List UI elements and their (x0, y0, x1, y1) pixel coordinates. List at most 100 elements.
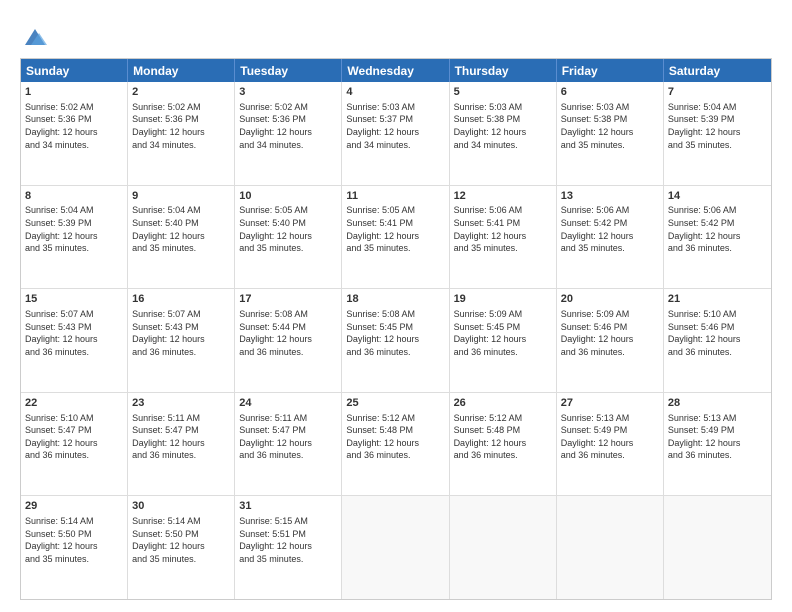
calendar-cell: 22Sunrise: 5:10 AM Sunset: 5:47 PM Dayli… (21, 393, 128, 496)
page: SundayMondayTuesdayWednesdayThursdayFrid… (0, 0, 792, 612)
day-info: Sunrise: 5:04 AM Sunset: 5:40 PM Dayligh… (132, 204, 230, 254)
calendar-cell: 10Sunrise: 5:05 AM Sunset: 5:40 PM Dayli… (235, 186, 342, 289)
calendar-cell: 15Sunrise: 5:07 AM Sunset: 5:43 PM Dayli… (21, 289, 128, 392)
day-info: Sunrise: 5:09 AM Sunset: 5:45 PM Dayligh… (454, 308, 552, 358)
day-info: Sunrise: 5:02 AM Sunset: 5:36 PM Dayligh… (239, 101, 337, 151)
day-info: Sunrise: 5:06 AM Sunset: 5:42 PM Dayligh… (561, 204, 659, 254)
header-day-saturday: Saturday (664, 59, 771, 82)
day-number: 1 (25, 85, 123, 100)
day-info: Sunrise: 5:03 AM Sunset: 5:38 PM Dayligh… (561, 101, 659, 151)
day-info: Sunrise: 5:10 AM Sunset: 5:47 PM Dayligh… (25, 412, 123, 462)
calendar-cell: 5Sunrise: 5:03 AM Sunset: 5:38 PM Daylig… (450, 82, 557, 185)
calendar-cell: 12Sunrise: 5:06 AM Sunset: 5:41 PM Dayli… (450, 186, 557, 289)
calendar-cell: 24Sunrise: 5:11 AM Sunset: 5:47 PM Dayli… (235, 393, 342, 496)
day-info: Sunrise: 5:02 AM Sunset: 5:36 PM Dayligh… (25, 101, 123, 151)
header (20, 18, 772, 50)
day-info: Sunrise: 5:04 AM Sunset: 5:39 PM Dayligh… (25, 204, 123, 254)
calendar-cell: 1Sunrise: 5:02 AM Sunset: 5:36 PM Daylig… (21, 82, 128, 185)
header-day-friday: Friday (557, 59, 664, 82)
day-number: 3 (239, 85, 337, 100)
calendar-cell: 21Sunrise: 5:10 AM Sunset: 5:46 PM Dayli… (664, 289, 771, 392)
calendar-header: SundayMondayTuesdayWednesdayThursdayFrid… (21, 59, 771, 82)
calendar-week-5: 29Sunrise: 5:14 AM Sunset: 5:50 PM Dayli… (21, 496, 771, 599)
day-info: Sunrise: 5:04 AM Sunset: 5:39 PM Dayligh… (668, 101, 767, 151)
day-info: Sunrise: 5:15 AM Sunset: 5:51 PM Dayligh… (239, 515, 337, 565)
logo-icon (21, 22, 49, 50)
calendar-cell: 23Sunrise: 5:11 AM Sunset: 5:47 PM Dayli… (128, 393, 235, 496)
day-info: Sunrise: 5:08 AM Sunset: 5:45 PM Dayligh… (346, 308, 444, 358)
calendar-cell: 26Sunrise: 5:12 AM Sunset: 5:48 PM Dayli… (450, 393, 557, 496)
calendar-cell (664, 496, 771, 599)
calendar-cell: 8Sunrise: 5:04 AM Sunset: 5:39 PM Daylig… (21, 186, 128, 289)
calendar-cell: 17Sunrise: 5:08 AM Sunset: 5:44 PM Dayli… (235, 289, 342, 392)
day-number: 13 (561, 189, 659, 204)
day-number: 18 (346, 292, 444, 307)
day-number: 26 (454, 396, 552, 411)
day-number: 21 (668, 292, 767, 307)
calendar-cell: 3Sunrise: 5:02 AM Sunset: 5:36 PM Daylig… (235, 82, 342, 185)
day-number: 19 (454, 292, 552, 307)
day-number: 25 (346, 396, 444, 411)
calendar-cell: 28Sunrise: 5:13 AM Sunset: 5:49 PM Dayli… (664, 393, 771, 496)
day-info: Sunrise: 5:14 AM Sunset: 5:50 PM Dayligh… (25, 515, 123, 565)
day-info: Sunrise: 5:05 AM Sunset: 5:41 PM Dayligh… (346, 204, 444, 254)
day-number: 7 (668, 85, 767, 100)
calendar-cell: 6Sunrise: 5:03 AM Sunset: 5:38 PM Daylig… (557, 82, 664, 185)
calendar-cell: 30Sunrise: 5:14 AM Sunset: 5:50 PM Dayli… (128, 496, 235, 599)
calendar-cell: 31Sunrise: 5:15 AM Sunset: 5:51 PM Dayli… (235, 496, 342, 599)
day-info: Sunrise: 5:14 AM Sunset: 5:50 PM Dayligh… (132, 515, 230, 565)
day-number: 11 (346, 189, 444, 204)
day-info: Sunrise: 5:03 AM Sunset: 5:37 PM Dayligh… (346, 101, 444, 151)
day-number: 16 (132, 292, 230, 307)
day-number: 6 (561, 85, 659, 100)
calendar-cell: 7Sunrise: 5:04 AM Sunset: 5:39 PM Daylig… (664, 82, 771, 185)
day-info: Sunrise: 5:10 AM Sunset: 5:46 PM Dayligh… (668, 308, 767, 358)
day-info: Sunrise: 5:06 AM Sunset: 5:42 PM Dayligh… (668, 204, 767, 254)
day-number: 14 (668, 189, 767, 204)
day-info: Sunrise: 5:06 AM Sunset: 5:41 PM Dayligh… (454, 204, 552, 254)
day-info: Sunrise: 5:03 AM Sunset: 5:38 PM Dayligh… (454, 101, 552, 151)
calendar-cell (450, 496, 557, 599)
day-info: Sunrise: 5:13 AM Sunset: 5:49 PM Dayligh… (668, 412, 767, 462)
day-number: 24 (239, 396, 337, 411)
day-number: 20 (561, 292, 659, 307)
day-number: 23 (132, 396, 230, 411)
day-number: 2 (132, 85, 230, 100)
calendar-cell: 20Sunrise: 5:09 AM Sunset: 5:46 PM Dayli… (557, 289, 664, 392)
header-day-tuesday: Tuesday (235, 59, 342, 82)
calendar-cell: 13Sunrise: 5:06 AM Sunset: 5:42 PM Dayli… (557, 186, 664, 289)
day-number: 12 (454, 189, 552, 204)
day-number: 4 (346, 85, 444, 100)
day-info: Sunrise: 5:09 AM Sunset: 5:46 PM Dayligh… (561, 308, 659, 358)
logo (20, 22, 51, 50)
calendar-cell: 19Sunrise: 5:09 AM Sunset: 5:45 PM Dayli… (450, 289, 557, 392)
calendar-cell: 9Sunrise: 5:04 AM Sunset: 5:40 PM Daylig… (128, 186, 235, 289)
day-number: 5 (454, 85, 552, 100)
header-day-monday: Monday (128, 59, 235, 82)
calendar-cell: 18Sunrise: 5:08 AM Sunset: 5:45 PM Dayli… (342, 289, 449, 392)
calendar-cell: 27Sunrise: 5:13 AM Sunset: 5:49 PM Dayli… (557, 393, 664, 496)
day-number: 15 (25, 292, 123, 307)
day-number: 28 (668, 396, 767, 411)
calendar-cell (557, 496, 664, 599)
calendar: SundayMondayTuesdayWednesdayThursdayFrid… (20, 58, 772, 600)
calendar-week-3: 15Sunrise: 5:07 AM Sunset: 5:43 PM Dayli… (21, 289, 771, 393)
day-number: 29 (25, 499, 123, 514)
day-number: 9 (132, 189, 230, 204)
day-number: 27 (561, 396, 659, 411)
day-info: Sunrise: 5:07 AM Sunset: 5:43 PM Dayligh… (132, 308, 230, 358)
calendar-week-4: 22Sunrise: 5:10 AM Sunset: 5:47 PM Dayli… (21, 393, 771, 497)
calendar-cell: 29Sunrise: 5:14 AM Sunset: 5:50 PM Dayli… (21, 496, 128, 599)
day-info: Sunrise: 5:08 AM Sunset: 5:44 PM Dayligh… (239, 308, 337, 358)
day-info: Sunrise: 5:07 AM Sunset: 5:43 PM Dayligh… (25, 308, 123, 358)
calendar-cell: 14Sunrise: 5:06 AM Sunset: 5:42 PM Dayli… (664, 186, 771, 289)
day-number: 30 (132, 499, 230, 514)
day-number: 17 (239, 292, 337, 307)
day-info: Sunrise: 5:12 AM Sunset: 5:48 PM Dayligh… (346, 412, 444, 462)
day-info: Sunrise: 5:12 AM Sunset: 5:48 PM Dayligh… (454, 412, 552, 462)
calendar-cell: 4Sunrise: 5:03 AM Sunset: 5:37 PM Daylig… (342, 82, 449, 185)
calendar-week-1: 1Sunrise: 5:02 AM Sunset: 5:36 PM Daylig… (21, 82, 771, 186)
calendar-cell: 25Sunrise: 5:12 AM Sunset: 5:48 PM Dayli… (342, 393, 449, 496)
day-info: Sunrise: 5:02 AM Sunset: 5:36 PM Dayligh… (132, 101, 230, 151)
header-day-wednesday: Wednesday (342, 59, 449, 82)
